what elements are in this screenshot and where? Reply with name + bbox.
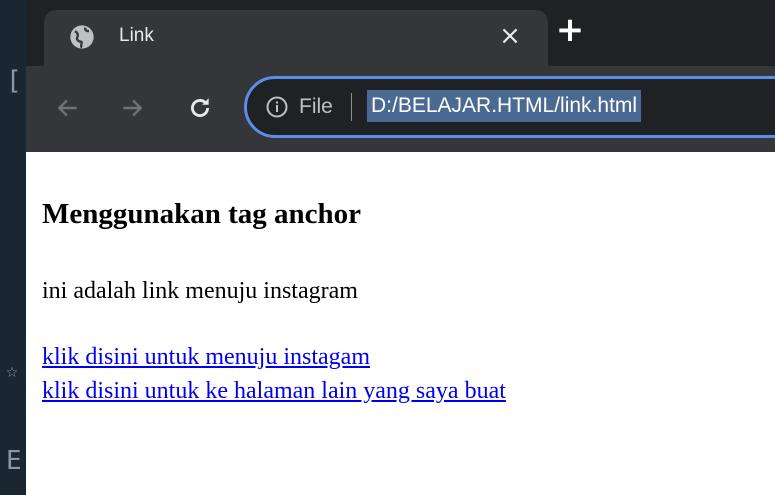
reload-button[interactable] xyxy=(184,92,216,124)
browser-tab[interactable]: Link × xyxy=(44,10,548,66)
arrow-left-icon xyxy=(57,99,77,117)
page-heading: Menggunakan tag anchor xyxy=(42,198,362,230)
url-scheme-label: File xyxy=(299,95,333,118)
globe-icon xyxy=(70,25,94,49)
url-text[interactable]: D:/BELAJAR.HTML/link.html xyxy=(367,90,642,122)
editor-fragment: ☆ xyxy=(6,358,19,382)
editor-side-strip: [ ☆ E xyxy=(0,0,26,495)
editor-fragment: [ xyxy=(6,66,22,96)
tab-strip: Link × + xyxy=(26,0,775,66)
address-bar[interactable]: File D:/BELAJAR.HTML/link.html xyxy=(244,76,775,138)
other-page-link[interactable]: klik disini untuk ke halaman lain yang s… xyxy=(42,376,506,406)
browser-toolbar: File D:/BELAJAR.HTML/link.html xyxy=(26,66,775,152)
reload-icon xyxy=(191,98,209,117)
tab-close-icon[interactable]: × xyxy=(496,22,524,50)
editor-fragment: E xyxy=(6,446,22,476)
arrow-right-icon xyxy=(123,99,143,117)
forward-button[interactable] xyxy=(116,92,148,124)
info-icon[interactable] xyxy=(265,95,289,119)
tab-title: Link xyxy=(119,25,154,46)
instagram-link[interactable]: klik disini untuk menuju instagam xyxy=(42,342,370,372)
address-divider xyxy=(351,93,352,121)
page-description: ini adalah link menuju instagram xyxy=(42,278,358,304)
back-button[interactable] xyxy=(52,92,84,124)
new-tab-button[interactable]: + xyxy=(554,13,586,47)
